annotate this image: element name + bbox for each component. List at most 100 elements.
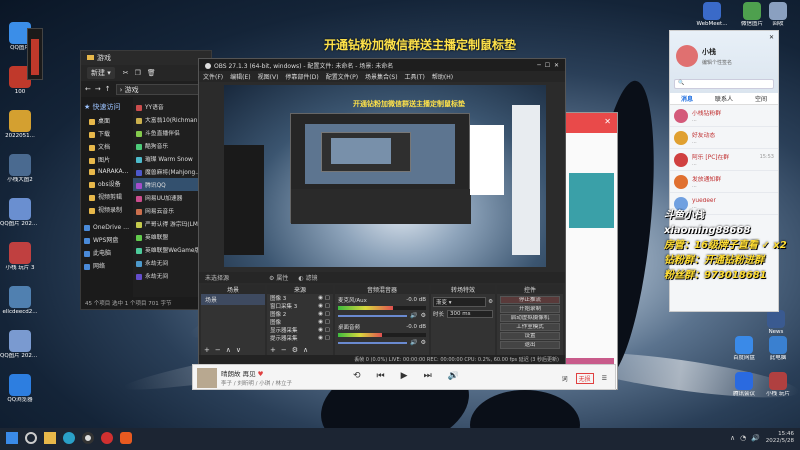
- volume-slider[interactable]: [338, 314, 408, 317]
- sidebar-item[interactable]: 桌面: [81, 114, 133, 127]
- menu-item[interactable]: 工具(T): [405, 72, 425, 81]
- duration-input[interactable]: 300 ms: [447, 310, 493, 318]
- forward-icon[interactable]: →: [95, 85, 101, 93]
- like-icon[interactable]: ♥: [258, 370, 264, 378]
- clock-time[interactable]: 15:46: [766, 431, 794, 438]
- desktop-icon[interactable]: 腾讯会议: [726, 372, 762, 398]
- control-button[interactable]: 启动虚拟摄像机: [500, 314, 560, 322]
- next-icon[interactable]: ⏭: [424, 371, 432, 381]
- menu-item[interactable]: 场景集合(S): [365, 72, 398, 81]
- close-icon[interactable]: ✕: [604, 117, 611, 126]
- menu-item[interactable]: 编辑(E): [230, 72, 250, 81]
- lock-icon[interactable]: ▢: [325, 311, 330, 317]
- speaker-icon[interactable]: 🔊: [410, 339, 417, 346]
- desktop-icon[interactable]: 小栈 玩片 3: [0, 242, 40, 272]
- control-button[interactable]: 停止推流: [500, 296, 560, 304]
- desktop-icon[interactable]: QQ图片 20220519...: [0, 198, 40, 228]
- desktop-icon[interactable]: 回收: [760, 2, 796, 28]
- desktop-icon[interactable]: 小栈大图2: [0, 154, 40, 184]
- sidebar-item[interactable]: 文档: [81, 140, 133, 153]
- sidebar-item[interactable]: OneDrive - Pers...: [81, 222, 133, 233]
- sidebar-item[interactable]: WPS网盘: [81, 233, 133, 246]
- sidebar-item[interactable]: 下载: [81, 127, 133, 140]
- filters-button[interactable]: ◐ 滤镜: [298, 273, 317, 282]
- desktop-icon[interactable]: News: [758, 310, 794, 336]
- source-item[interactable]: 图像 3 ◉ ▢: [267, 294, 333, 302]
- add-scene-icon[interactable]: +: [204, 346, 210, 354]
- lock-icon[interactable]: ▢: [325, 335, 330, 341]
- lock-icon[interactable]: ▢: [325, 303, 330, 309]
- source-item[interactable]: 显示器采集 ◉ ▢: [267, 326, 333, 334]
- properties-button[interactable]: ⚙ 属性: [269, 273, 288, 282]
- scene-item[interactable]: 场景: [201, 294, 265, 305]
- obs-icon[interactable]: [82, 432, 94, 444]
- menu-item[interactable]: 停靠部件(D): [285, 72, 318, 81]
- delete-icon[interactable]: 🗑: [147, 69, 156, 77]
- new-button[interactable]: 新建 ▾: [87, 67, 115, 79]
- douyu-icon[interactable]: [120, 432, 132, 444]
- desktop-icon[interactable]: 此电脑: [760, 336, 796, 362]
- control-button[interactable]: 工作室模式: [500, 323, 560, 331]
- chat-item[interactable]: 发放通知群...: [670, 171, 778, 193]
- source-item[interactable]: 图像 ◉ ▢: [267, 318, 333, 326]
- avatar[interactable]: [676, 45, 698, 67]
- settings-icon[interactable]: ⚙: [421, 339, 426, 346]
- lock-icon[interactable]: ▢: [325, 295, 330, 301]
- menu-item[interactable]: 帮助(H): [432, 72, 453, 81]
- maximize-icon[interactable]: ☐: [545, 62, 550, 69]
- search-input[interactable]: 🔍: [674, 79, 774, 89]
- desktop-icon[interactable]: 小栈 玩片: [760, 372, 796, 398]
- source-up-icon[interactable]: ∧: [303, 346, 308, 354]
- sidebar-item[interactable]: 网络: [81, 259, 133, 272]
- playlist-icon[interactable]: ☰: [602, 375, 607, 382]
- start-icon[interactable]: [6, 432, 18, 444]
- quality-badge[interactable]: 无损: [575, 373, 594, 384]
- transition-select[interactable]: 渐变 ▾: [433, 297, 487, 307]
- clock-date[interactable]: 2022/5/28: [766, 438, 794, 445]
- desktop-icon[interactable]: QQ浏览器: [0, 374, 40, 404]
- file-explorer-icon[interactable]: [44, 432, 56, 444]
- sidebar-item[interactable]: NARAKA BLA...: [81, 166, 133, 177]
- settings-icon[interactable]: ⚙: [421, 312, 426, 319]
- source-item[interactable]: 窗口采集 3 ◉ ▢: [267, 302, 333, 310]
- tray-chevron-icon[interactable]: ∧: [730, 434, 735, 442]
- netease-music-icon[interactable]: [101, 432, 113, 444]
- sidebar-quick-access[interactable]: ★ 快速访问: [81, 100, 133, 114]
- edge-icon[interactable]: [63, 432, 75, 444]
- desktop-icon[interactable]: QQ图片 20220525...: [0, 330, 40, 360]
- desktop-icon[interactable]: WebMeet...: [694, 2, 730, 28]
- menu-item[interactable]: 视图(V): [258, 72, 279, 81]
- chat-item[interactable]: 好友动态...: [670, 127, 778, 149]
- speaker-icon[interactable]: 🔊: [410, 312, 417, 319]
- chat-tab[interactable]: 消息: [681, 94, 693, 103]
- desktop-icon[interactable]: 2022051...: [0, 110, 40, 140]
- chat-item[interactable]: 阿乐 [PC]在群 15:53...: [670, 149, 778, 171]
- sidebar-item[interactable]: 视频录制: [81, 203, 133, 216]
- lyric-button[interactable]: 词: [562, 374, 568, 383]
- source-item[interactable]: 图像 2 ◉ ▢: [267, 310, 333, 318]
- lock-icon[interactable]: ▢: [325, 319, 330, 325]
- sidebar-item[interactable]: 视频剪辑: [81, 190, 133, 203]
- control-button[interactable]: 开始录制: [500, 305, 560, 313]
- close-icon[interactable]: ✕: [554, 62, 559, 69]
- sidebar-item[interactable]: 图片: [81, 153, 133, 166]
- remove-source-icon[interactable]: −: [281, 346, 287, 354]
- add-source-icon[interactable]: +: [270, 346, 276, 354]
- play-icon[interactable]: ▶: [401, 371, 408, 381]
- address-bar[interactable]: › 游戏: [115, 83, 211, 95]
- transition-settings-icon[interactable]: ⚙: [488, 299, 493, 305]
- scene-up-icon[interactable]: ∧: [226, 346, 231, 354]
- minimize-icon[interactable]: ─: [537, 62, 541, 69]
- control-button[interactable]: 设置: [500, 332, 560, 340]
- prev-icon[interactable]: ⏮: [377, 371, 385, 381]
- source-item[interactable]: 提示器采集 ◉ ▢: [267, 334, 333, 342]
- speaker-icon[interactable]: 🔊: [751, 434, 760, 442]
- volume-icon[interactable]: 🔊: [448, 371, 459, 381]
- close-icon[interactable]: ✕: [769, 34, 774, 41]
- scene-down-icon[interactable]: ∨: [236, 346, 241, 354]
- lock-icon[interactable]: ▢: [325, 327, 330, 333]
- wifi-icon[interactable]: ◔: [740, 434, 746, 442]
- menu-item[interactable]: 文件(F): [203, 72, 223, 81]
- volume-slider[interactable]: [338, 341, 408, 344]
- chat-tab[interactable]: 空间: [755, 94, 767, 103]
